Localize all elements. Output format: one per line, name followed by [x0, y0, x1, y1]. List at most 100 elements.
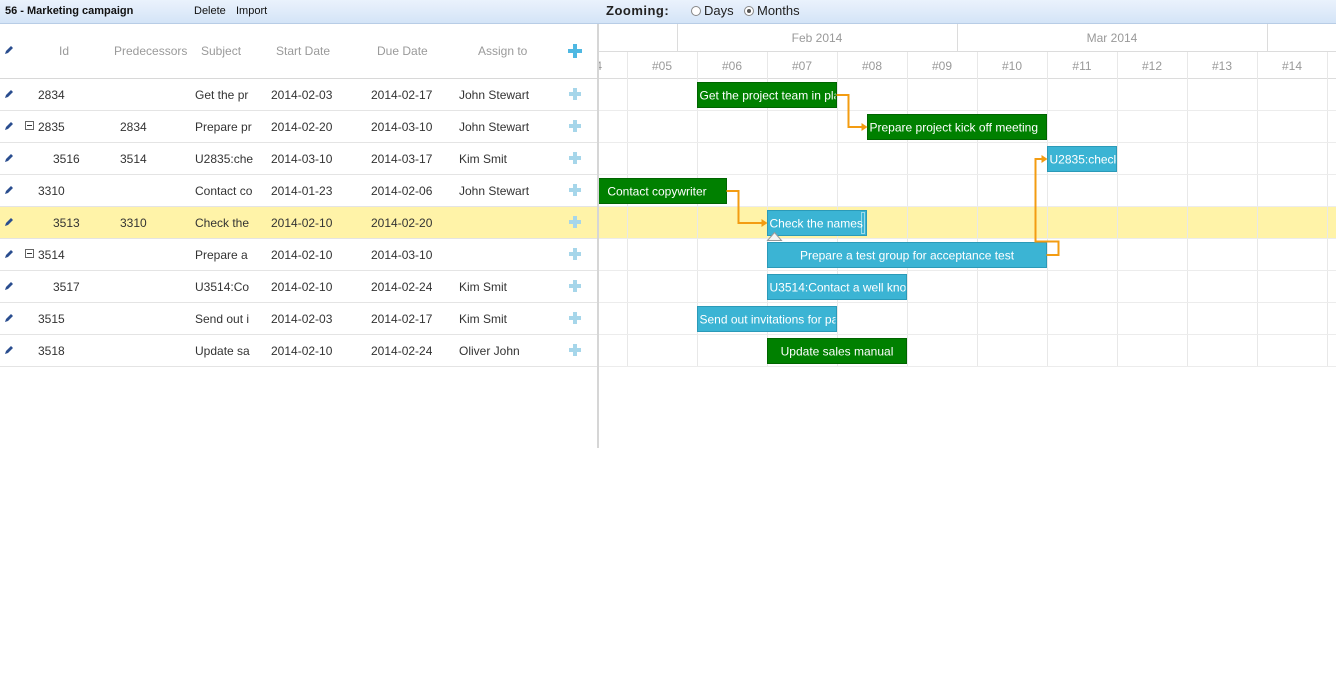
cell-subject: Check the: [195, 216, 250, 230]
week-label: #10: [1002, 59, 1022, 73]
cell-due-date: 2014-02-24: [371, 344, 433, 358]
table-row[interactable]: 3514 Prepare a 2014-02-10 2014-03-10: [0, 239, 597, 271]
cell-subject: Prepare a: [195, 248, 248, 262]
cell-due-date: 2014-02-17: [371, 312, 433, 326]
edit-pencil-icon[interactable]: [3, 216, 15, 228]
add-subtask-plus-icon[interactable]: [568, 215, 582, 229]
column-header-start-date[interactable]: Start Date: [276, 44, 330, 58]
task-bar-label: Check the names: [770, 217, 863, 231]
table-row[interactable]: 2834 Get the pr 2014-02-03 2014-02-17 John S…: [0, 79, 597, 111]
task-bar-label: U2835:check: [1050, 153, 1121, 167]
zoom-label: Zooming:: [606, 3, 670, 18]
week-label: #08: [862, 59, 882, 73]
zoom-days-radio[interactable]: Days: [691, 3, 734, 18]
add-subtask-plus-icon[interactable]: [568, 247, 582, 261]
cell-due-date: 2014-02-17: [371, 88, 433, 102]
task-bar-label: Get the project team in pla: [700, 89, 841, 103]
cell-assign-to: Oliver John: [459, 344, 520, 358]
table-row[interactable]: 3517 U3514:Co 2014-02-10 2014-02-24 Kim Smit: [0, 271, 597, 303]
cell-start-date: 2014-01-23: [271, 184, 333, 198]
cell-due-date: 2014-03-17: [371, 152, 433, 166]
cell-start-date: 2014-02-10: [271, 344, 333, 358]
cell-start-date: 2014-02-10: [271, 248, 333, 262]
cell-assign-to: Kim Smit: [459, 280, 507, 294]
task-bar-label: Prepare project kick off meeting: [870, 121, 1039, 135]
edit-pencil-icon[interactable]: [3, 120, 15, 132]
cell-assign-to: John Stewart: [459, 88, 530, 102]
cell-predecessors: 2834: [120, 120, 147, 134]
import-button[interactable]: Import: [236, 5, 267, 17]
cell-subject: Contact co: [195, 184, 253, 198]
add-subtask-plus-icon[interactable]: [568, 119, 582, 133]
cell-id: 2834: [38, 88, 65, 102]
radio-dot-months-icon: [744, 5, 754, 16]
task-bar-label: Update sales manual: [781, 345, 894, 359]
zoom-months-label: Months: [757, 3, 800, 18]
radio-dot-days-icon: [691, 5, 701, 16]
add-task-plus-icon[interactable]: [567, 43, 583, 59]
task-bar-label: U3514:Contact a well kno: [770, 281, 907, 295]
column-header-subject[interactable]: Subject: [201, 44, 241, 58]
add-subtask-plus-icon[interactable]: [568, 151, 582, 165]
grid-header: Id Predecessors Subject Start Date Due D…: [0, 24, 597, 79]
week-label: #14: [1282, 59, 1302, 73]
add-subtask-plus-icon[interactable]: [568, 87, 582, 101]
table-row[interactable]: 3515 Send out i 2014-02-03 2014-02-17 Kim Sm…: [0, 303, 597, 335]
column-header-assign-to[interactable]: Assign to: [478, 44, 527, 58]
cell-due-date: 2014-02-06: [371, 184, 433, 198]
table-row[interactable]: 3310 Contact co 2014-01-23 2014-02-06 John S…: [0, 175, 597, 207]
cell-assign-to: Kim Smit: [459, 312, 507, 326]
cell-start-date: 2014-02-20: [271, 120, 333, 134]
edit-pencil-icon[interactable]: [3, 88, 15, 100]
edit-pencil-icon[interactable]: [3, 344, 15, 356]
week-label: #09: [932, 59, 952, 73]
column-header-due-date[interactable]: Due Date: [377, 44, 428, 58]
add-subtask-plus-icon[interactable]: [568, 183, 582, 197]
zoom-months-radio[interactable]: Months: [744, 3, 800, 18]
cell-due-date: 2014-02-20: [371, 216, 433, 230]
column-header-predecessors[interactable]: Predecessors: [114, 44, 187, 58]
week-label: #05: [652, 59, 672, 73]
edit-pencil-icon[interactable]: [3, 248, 15, 260]
week-label: #06: [722, 59, 742, 73]
cell-id: 3516: [53, 152, 80, 166]
edit-pencil-icon[interactable]: [3, 312, 15, 324]
add-subtask-plus-icon[interactable]: [568, 311, 582, 325]
cell-assign-to: Kim Smit: [459, 152, 507, 166]
cell-assign-to: John Stewart: [459, 184, 530, 198]
table-row[interactable]: 2835 2834 Prepare pr 2014-02-20 2014-03-10 Jo…: [0, 111, 597, 143]
week-label: #07: [792, 59, 812, 73]
cell-predecessors: 3514: [120, 152, 147, 166]
cell-start-date: 2014-02-03: [271, 312, 333, 326]
month-label: Mar 2014: [1087, 31, 1138, 45]
cell-due-date: 2014-02-24: [371, 280, 433, 294]
zoom-days-label: Days: [704, 3, 734, 18]
cell-subject: U2835:che: [195, 152, 253, 166]
delete-button[interactable]: Delete: [194, 5, 226, 17]
project-title: 56 - Marketing campaign: [5, 5, 134, 17]
cell-id: 3514: [38, 248, 65, 262]
collapse-toggle-icon[interactable]: [25, 121, 34, 130]
table-row[interactable]: 3518 Update sa 2014-02-10 2014-02-24 Oliver …: [0, 335, 597, 367]
cell-subject: Get the pr: [195, 88, 249, 102]
add-subtask-plus-icon[interactable]: [568, 279, 582, 293]
cell-predecessors: 3310: [120, 216, 147, 230]
cell-id: 3513: [53, 216, 80, 230]
edit-pencil-icon[interactable]: [3, 152, 15, 164]
column-header-id[interactable]: Id: [59, 44, 69, 58]
week-label: #04: [599, 59, 602, 73]
week-label: #13: [1212, 59, 1232, 73]
cell-id: 2835: [38, 120, 65, 134]
edit-column-pencil-icon: [5, 46, 13, 54]
week-label: #12: [1142, 59, 1162, 73]
month-label: Feb 2014: [792, 31, 843, 45]
gantt-chart: Feb 2014 Mar 2014 #04 #05 #06 #07 #08 #09 #10 #11…: [599, 24, 1336, 367]
cell-id: 3518: [38, 344, 65, 358]
edit-pencil-icon[interactable]: [3, 184, 15, 196]
task-bar-label: Send out invitations for pa: [700, 313, 839, 327]
table-row[interactable]: 3516 3514 U2835:che 2014-03-10 2014-03-17 Kim…: [0, 143, 597, 175]
collapse-toggle-icon[interactable]: [25, 249, 34, 258]
table-row[interactable]: 3513 3310 Check the 2014-02-10 2014-02-20: [0, 207, 597, 239]
edit-pencil-icon[interactable]: [3, 280, 15, 292]
add-subtask-plus-icon[interactable]: [568, 343, 582, 357]
